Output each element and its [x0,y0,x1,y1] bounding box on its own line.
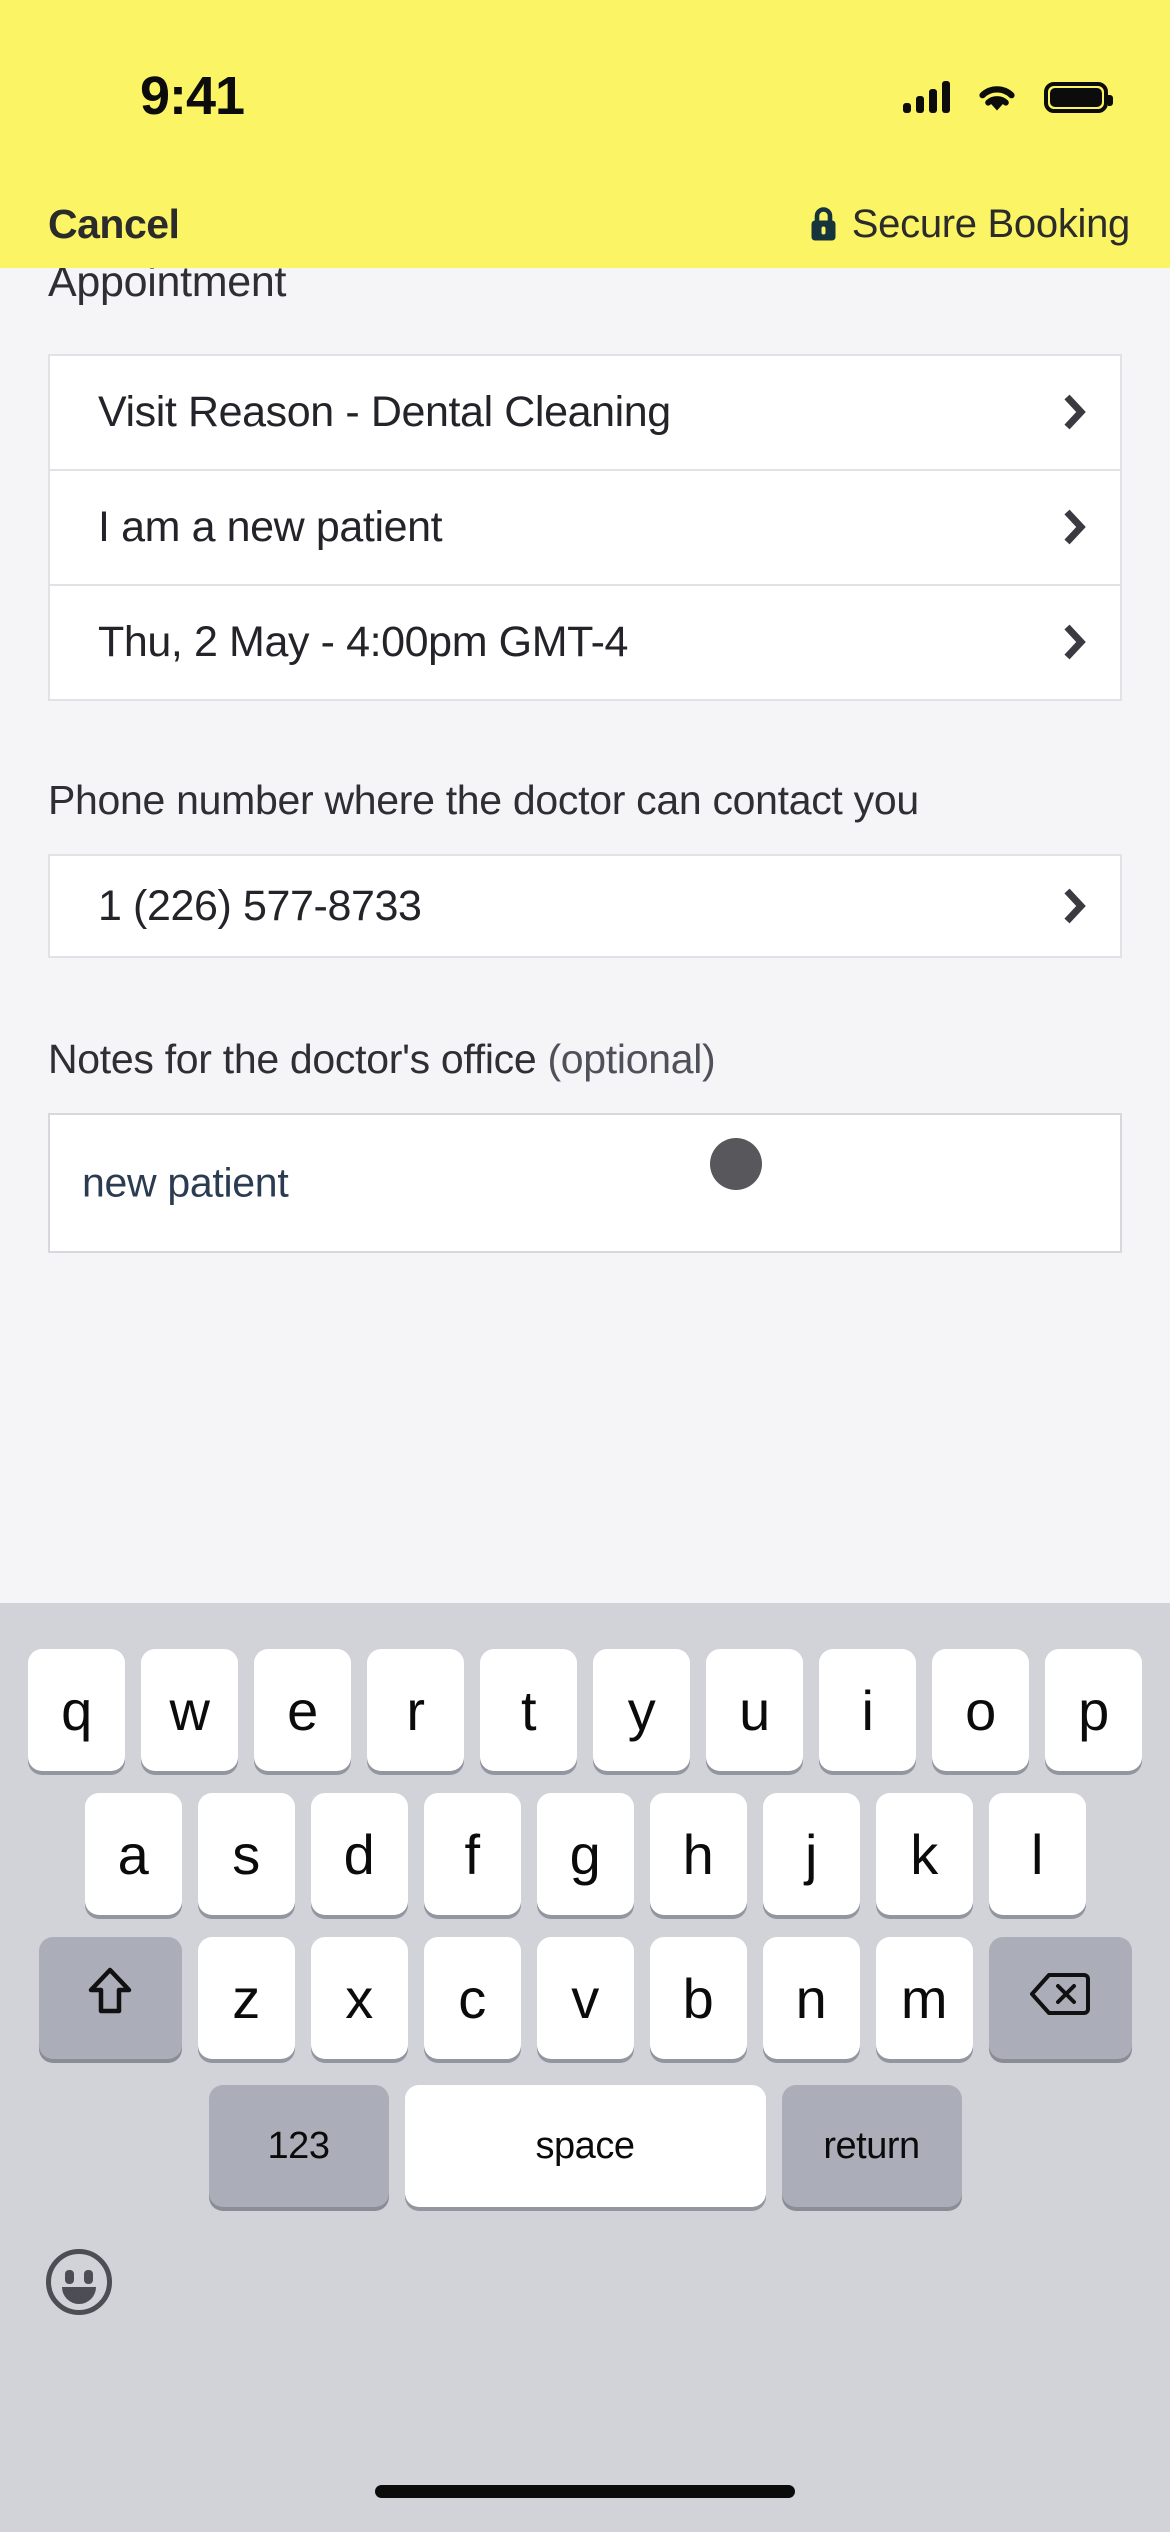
lock-icon [808,205,839,243]
return-key[interactable]: return [781,2085,962,2207]
on-screen-keyboard: q w e r t y u i o p a s d f g h j k l z … [0,1603,1170,2532]
notes-field-label: Notes for the doctor's office (optional) [0,1032,980,1087]
emoji-eye-left [65,2270,74,2284]
emoji-eye-right [84,2270,93,2284]
shift-arrow-icon [86,1965,134,2032]
touch-point-indicator [710,1138,762,1191]
appointment-row-visit-reason[interactable]: Visit Reason - Dental Cleaning [48,353,1122,471]
backspace-icon [1029,1966,1091,2031]
key-a[interactable]: a [84,1793,182,1915]
emoji-mouth [62,2287,96,2304]
appointment-row-patient-status[interactable]: I am a new patient [48,468,1122,586]
status-bar-time: 9:41 [140,66,245,126]
numbers-key[interactable]: 123 [208,2085,389,2207]
wifi-icon [976,81,1018,113]
backspace-key[interactable] [988,1937,1132,2059]
key-y[interactable]: y [593,1649,690,1771]
phone-number-value: 1 (226) 577-8733 [98,881,422,930]
key-b[interactable]: b [649,1937,747,2059]
key-m[interactable]: m [875,1937,973,2059]
space-key[interactable]: space [404,2085,766,2207]
chevron-right-icon [1064,508,1086,546]
keyboard-row-4: 123 space return [0,2085,1170,2207]
shift-key[interactable] [38,1937,182,2059]
key-e[interactable]: e [254,1649,351,1771]
page-title: Appointment [48,268,287,306]
phone-field-label: Phone number where the doctor can contac… [48,776,919,823]
keyboard-row-2: a s d f g h j k l [0,1793,1170,1915]
secure-booking-indicator: Secure Booking [808,202,1130,247]
booking-form-content: Appointment Visit Reason - Dental Cleani… [0,268,1170,1603]
secure-booking-label: Secure Booking [851,201,1131,246]
battery-icon [1044,81,1113,113]
key-r[interactable]: r [367,1649,464,1771]
chevron-right-icon [1064,887,1086,925]
key-v[interactable]: v [536,1937,634,2059]
status-bar: 9:41 [0,0,1170,180]
key-f[interactable]: f [423,1793,521,1915]
phone-number-field[interactable]: 1 (226) 577-8733 [48,854,1122,959]
datetime-label: Thu, 2 May - 4:00pm GMT-4 [98,617,629,666]
keyboard-row-3: z x c v b n m [0,1937,1170,2059]
key-t[interactable]: t [480,1649,577,1771]
key-w[interactable]: w [141,1649,238,1771]
appointment-card-group: Visit Reason - Dental Cleaning I am a ne… [48,353,1122,701]
home-indicator[interactable] [375,2485,795,2498]
key-u[interactable]: u [706,1649,803,1771]
patient-status-label: I am a new patient [98,502,443,551]
key-i[interactable]: i [819,1649,916,1771]
notes-label-main: Notes for the doctor's office [48,1036,537,1083]
cancel-button[interactable]: Cancel [48,201,180,248]
key-j[interactable]: j [762,1793,860,1915]
keyboard-row-1: q w e r t y u i o p [0,1649,1170,1771]
key-n[interactable]: n [762,1937,860,2059]
key-p[interactable]: p [1045,1649,1142,1771]
key-o[interactable]: o [932,1649,1029,1771]
notes-label-optional: (optional) [547,1036,716,1083]
key-q[interactable]: q [28,1649,125,1771]
key-g[interactable]: g [536,1793,634,1915]
key-h[interactable]: h [649,1793,747,1915]
navigation-bar: Cancel Secure Booking [0,180,1170,268]
notes-input[interactable]: new patient [48,1113,1122,1254]
key-d[interactable]: d [310,1793,408,1915]
key-c[interactable]: c [423,1937,521,2059]
status-bar-icons [903,81,1113,113]
key-s[interactable]: s [197,1793,295,1915]
key-l[interactable]: l [988,1793,1086,1915]
key-z[interactable]: z [197,1937,295,2059]
chevron-right-icon [1064,623,1086,661]
appointment-row-datetime[interactable]: Thu, 2 May - 4:00pm GMT-4 [48,583,1122,701]
keyboard-bottom-bar [0,2207,1170,2315]
notes-input-value: new patient [82,1159,289,1206]
key-k[interactable]: k [875,1793,973,1915]
emoji-smiley-icon[interactable] [46,2249,112,2315]
cellular-signal-icon [903,81,950,113]
chevron-right-icon [1064,393,1086,431]
key-x[interactable]: x [310,1937,408,2059]
visit-reason-label: Visit Reason - Dental Cleaning [98,387,671,436]
